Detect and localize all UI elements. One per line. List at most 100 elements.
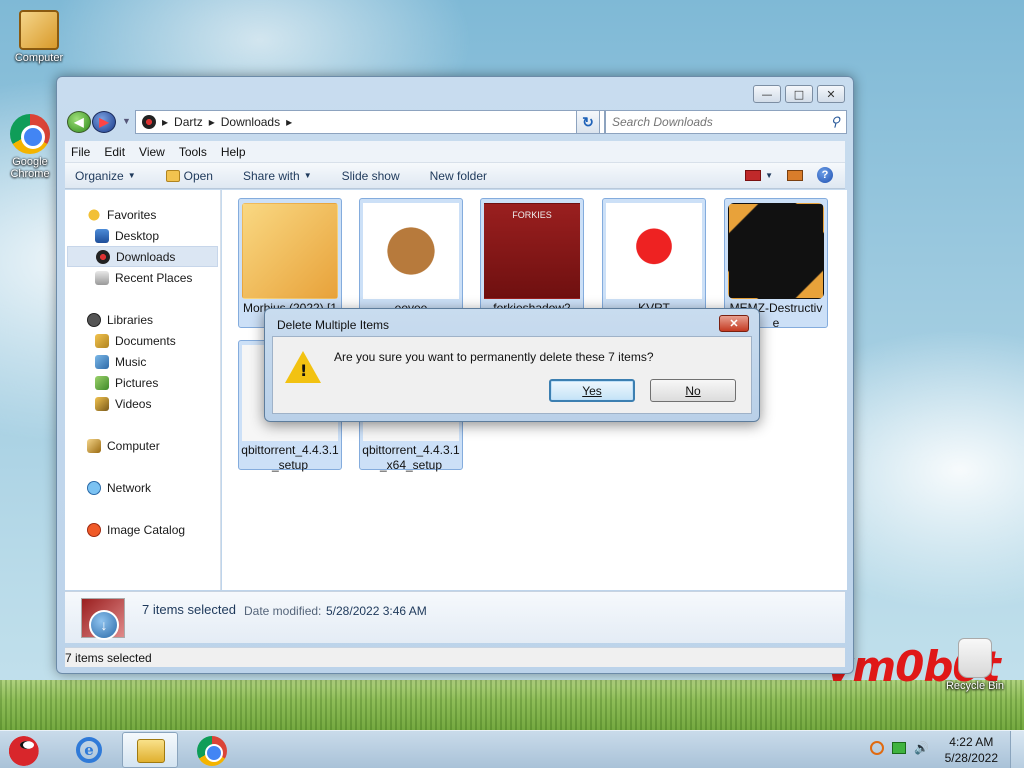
nav-label: Downloads bbox=[116, 249, 176, 264]
search-icon[interactable]: ⚲ bbox=[830, 114, 840, 130]
organize-label: Organize bbox=[75, 168, 124, 183]
date-modified-value: 5/28/2022 3:46 AM bbox=[326, 604, 427, 618]
breadcrumb-separator: ▸ bbox=[286, 115, 293, 129]
taskbar-internet-explorer[interactable]: e bbox=[62, 732, 118, 768]
close-button[interactable]: ✕ bbox=[817, 85, 845, 103]
menu-view[interactable]: View bbox=[139, 145, 165, 159]
nav-label: Network bbox=[107, 480, 152, 495]
desktop-icon-recycle-bin[interactable]: Recycle Bin bbox=[940, 638, 1010, 692]
new-folder-button[interactable]: New folder bbox=[430, 169, 487, 183]
desktop-icon-label: Computer bbox=[14, 52, 64, 64]
nav-desktop[interactable]: Desktop bbox=[65, 225, 220, 246]
change-view-button[interactable]: ▼ bbox=[745, 169, 773, 181]
taskbar-windows-explorer[interactable] bbox=[122, 732, 178, 768]
no-button[interactable]: No bbox=[650, 379, 736, 402]
maximize-button[interactable]: □ bbox=[785, 85, 813, 103]
star-icon bbox=[87, 207, 101, 222]
internet-explorer-icon: e bbox=[76, 737, 102, 763]
pictures-icon bbox=[95, 375, 109, 390]
menu-tools[interactable]: Tools bbox=[179, 145, 207, 159]
search-tray-icon[interactable] bbox=[870, 741, 884, 755]
folder-icon bbox=[165, 169, 180, 182]
desktop-icon-computer[interactable]: Computer bbox=[4, 10, 74, 64]
menu-file[interactable]: File bbox=[71, 145, 90, 159]
recycle-bin-icon bbox=[958, 638, 992, 678]
open-button[interactable]: Open bbox=[165, 169, 213, 183]
organize-button[interactable]: Organize ▼ bbox=[75, 169, 136, 183]
address-bar[interactable]: ▸ Dartz ▸ Downloads ▸ ▼ bbox=[135, 110, 605, 134]
status-text: 7 items selected bbox=[65, 650, 152, 665]
nav-label: Favorites bbox=[107, 207, 157, 222]
show-desktop-button[interactable] bbox=[1010, 731, 1024, 768]
menu-bar: File Edit View Tools Help bbox=[65, 141, 845, 163]
nav-favorites[interactable]: Favorites bbox=[65, 204, 220, 225]
nav-documents[interactable]: Documents bbox=[65, 330, 220, 351]
chrome-icon bbox=[10, 114, 50, 154]
music-icon bbox=[95, 354, 109, 369]
nav-computer[interactable]: Computer bbox=[65, 435, 220, 456]
search-input[interactable] bbox=[612, 115, 831, 129]
share-with-button[interactable]: Share with ▼ bbox=[243, 169, 312, 183]
delete-dialog: Delete Multiple Items ✕ ! Are you sure y… bbox=[264, 308, 760, 422]
libraries-icon bbox=[87, 312, 101, 327]
nav-buttons: ◀ ▶ bbox=[67, 111, 119, 133]
preview-pane-icon[interactable] bbox=[787, 169, 803, 181]
clock[interactable]: 4:22 AM 5/28/2022 bbox=[945, 734, 998, 766]
yes-button[interactable]: Yes bbox=[549, 379, 635, 402]
clock-time: 4:22 AM bbox=[949, 735, 994, 749]
desktop-icon-chrome[interactable]: Google Chrome bbox=[2, 114, 58, 180]
image-catalog-icon bbox=[87, 522, 101, 537]
forward-button[interactable]: ▶ bbox=[92, 111, 116, 133]
nav-recent-places[interactable]: Recent Places bbox=[65, 267, 220, 288]
nav-libraries[interactable]: Libraries bbox=[65, 309, 220, 330]
nav-pictures[interactable]: Pictures bbox=[65, 372, 220, 393]
videos-icon bbox=[95, 396, 109, 411]
refresh-button[interactable]: ↻ bbox=[576, 110, 600, 134]
dialog-body: ! Are you sure you want to permanently d… bbox=[272, 336, 752, 414]
dialog-close-button[interactable]: ✕ bbox=[719, 315, 749, 332]
breadcrumb-item[interactable]: Dartz bbox=[174, 115, 203, 129]
system-tray: 🔊 bbox=[870, 741, 929, 755]
navigation-pane: Favorites Desktop Downloads Recent Place… bbox=[65, 190, 221, 590]
taskbar: e 🔊 4:22 AM 5/28/2022 bbox=[0, 729, 1024, 768]
address-row: ◀ ▶ ▼ ▸ Dartz ▸ Downloads ▸ ▼ ↻ ⚲ bbox=[65, 110, 847, 136]
nav-label: Libraries bbox=[107, 312, 154, 327]
nav-label: Music bbox=[115, 354, 147, 369]
taskbar-chrome[interactable] bbox=[185, 732, 241, 768]
nav-network[interactable]: Network bbox=[65, 477, 220, 498]
nav-videos[interactable]: Videos bbox=[65, 393, 220, 414]
recent-pages-dropdown[interactable]: ▼ bbox=[122, 116, 131, 126]
start-button[interactable] bbox=[4, 729, 48, 768]
command-bar-right: ▼ ? bbox=[745, 167, 833, 183]
nav-label: Image Catalog bbox=[107, 522, 186, 537]
nav-label: Computer bbox=[107, 438, 160, 453]
date-modified-label: Date modified: bbox=[244, 604, 322, 618]
chevron-down-icon: ▼ bbox=[127, 171, 136, 180]
computer-icon bbox=[87, 438, 101, 453]
minimize-button[interactable]: — bbox=[753, 85, 781, 103]
command-bar: Organize ▼ Open Share with ▼ Slide show … bbox=[65, 163, 845, 189]
menu-edit[interactable]: Edit bbox=[104, 145, 125, 159]
breadcrumb-item[interactable]: Downloads bbox=[221, 115, 280, 129]
back-button[interactable]: ◀ bbox=[67, 111, 91, 133]
dialog-title: Delete Multiple Items bbox=[277, 318, 390, 332]
chrome-icon bbox=[197, 736, 227, 766]
nav-music[interactable]: Music bbox=[65, 351, 220, 372]
file-name: qbittorrent_4.4.3.1_setup bbox=[241, 443, 339, 472]
nav-image-catalog[interactable]: Image Catalog bbox=[65, 519, 220, 540]
slide-show-button[interactable]: Slide show bbox=[342, 169, 400, 183]
nav-downloads[interactable]: Downloads bbox=[67, 246, 218, 267]
downloads-icon bbox=[96, 249, 110, 264]
slide-show-label: Slide show bbox=[341, 168, 400, 183]
help-icon[interactable]: ? bbox=[817, 167, 833, 183]
dialog-message: Are you sure you want to permanently del… bbox=[334, 350, 654, 364]
volume-icon[interactable]: 🔊 bbox=[914, 741, 929, 755]
image-thumbnail bbox=[363, 203, 459, 299]
nav-label: Documents bbox=[115, 333, 176, 348]
chevron-down-icon: ▼ bbox=[303, 171, 312, 180]
battery-icon[interactable] bbox=[892, 742, 906, 754]
search-box[interactable]: ⚲ bbox=[605, 110, 847, 134]
folder-icon bbox=[242, 203, 338, 299]
status-bar: 7 items selected bbox=[65, 647, 845, 667]
menu-help[interactable]: Help bbox=[221, 145, 246, 159]
